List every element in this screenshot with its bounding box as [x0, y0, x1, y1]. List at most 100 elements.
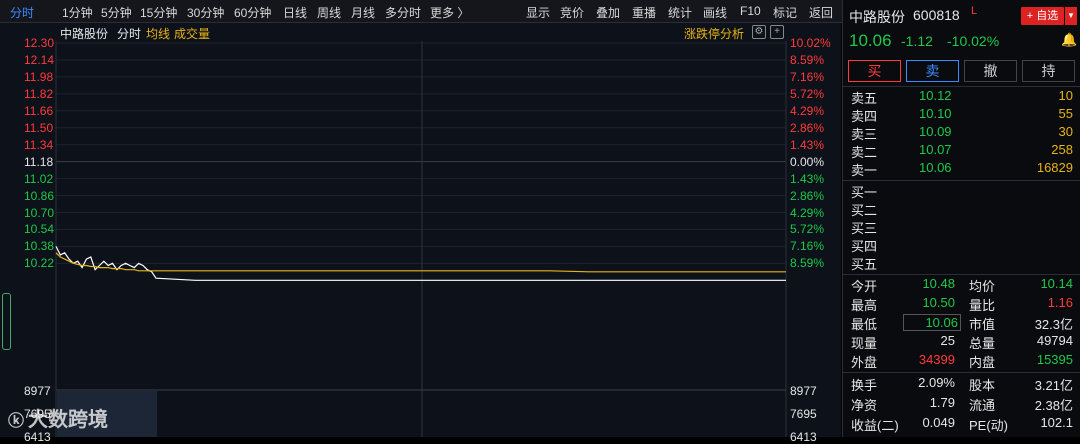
auction-button[interactable]: 竞价	[560, 4, 584, 21]
tab-15min[interactable]: 15分钟	[140, 4, 177, 21]
scroll-handle[interactable]	[2, 293, 11, 350]
tab-multi-intraday[interactable]: 多分时	[385, 4, 421, 21]
stat-value: 49794	[1036, 333, 1073, 348]
tab-weekly[interactable]: 周线	[317, 4, 341, 21]
overlay-button[interactable]: 叠加	[596, 4, 620, 21]
sell-button[interactable]: 卖	[906, 60, 959, 82]
chart-stock-name: 中路股份	[60, 27, 109, 41]
stat-label: 市值	[969, 317, 996, 332]
stat-value: 0.049	[922, 415, 955, 430]
divider	[843, 274, 1080, 275]
tab-1min[interactable]: 1分钟	[62, 4, 93, 21]
y-axis-price-label: 10.54	[24, 222, 55, 237]
volume-axis-label: 6413	[24, 430, 51, 444]
divider	[843, 372, 1080, 373]
stat-value: 34399	[918, 352, 955, 367]
tab-5min[interactable]: 5分钟	[101, 4, 132, 21]
stat-label: 流通	[969, 398, 996, 413]
stat-value: 3.21亿	[1034, 378, 1073, 393]
stat-value: 10.48	[922, 276, 955, 291]
sell-level-price[interactable]: 10.10	[919, 106, 952, 121]
mark-button[interactable]: 标记	[773, 4, 797, 21]
replay-button[interactable]: 重播	[632, 4, 656, 21]
stat-value: 1.79	[929, 395, 955, 410]
sell-level-price[interactable]: 10.07	[919, 142, 952, 157]
stat-label: 收益(二)	[851, 418, 899, 433]
limit-analysis-link[interactable]: 涨跌停分析	[684, 25, 744, 42]
sell-level-price[interactable]: 10.06	[919, 160, 952, 175]
y-axis-price-label: 12.30	[24, 36, 55, 50]
stat-value: 102.1	[1040, 415, 1073, 430]
y-axis-pct-label: 4.29%	[790, 103, 825, 118]
tab-intraday[interactable]: 分时	[10, 4, 34, 21]
display-button[interactable]: 显示	[526, 4, 550, 21]
chart-series	[55, 246, 786, 437]
stat-label: 今开	[851, 279, 878, 294]
sell-level-price[interactable]: 10.12	[919, 88, 952, 103]
tab-30min[interactable]: 30分钟	[187, 4, 224, 21]
watermark-text: 大数跨境	[28, 409, 109, 431]
stat-value: 15395	[1036, 352, 1073, 367]
stat-label: PE(动)	[969, 418, 1009, 433]
stat-value: 10.14	[1040, 276, 1073, 291]
sell-level-label: 卖五	[851, 91, 878, 106]
divider	[843, 180, 1080, 181]
stats-button[interactable]: 统计	[668, 4, 692, 21]
settings-icon[interactable]: ⚙	[752, 25, 766, 39]
stat-value: 25	[940, 333, 955, 348]
stat-label: 量比	[969, 298, 996, 313]
stat-value: 10.50	[922, 295, 955, 310]
tab-60min[interactable]: 60分钟	[234, 4, 271, 21]
volume-legend: 成交量	[174, 27, 211, 41]
buy-level-label: 买一	[851, 185, 878, 200]
buy-level-label: 买四	[851, 239, 878, 254]
stock-code: 600818	[913, 7, 960, 23]
draw-button[interactable]: 画线	[703, 4, 727, 21]
y-axis-pct-label: 5.72%	[790, 86, 825, 101]
stat-label: 内盘	[969, 355, 996, 370]
buy-level-label: 买三	[851, 221, 878, 236]
y-axis-price-label: 11.82	[24, 86, 54, 101]
y-axis-price-label: 11.02	[24, 171, 54, 186]
volume-axis-label-right: 8977	[790, 384, 817, 398]
stat-value: 32.3亿	[1034, 317, 1073, 332]
add-icon[interactable]: +	[770, 25, 784, 39]
price-change-pct: -10.02%	[947, 33, 1000, 49]
avg-price-line	[55, 252, 786, 273]
sell-level-label: 卖四	[851, 109, 878, 124]
sell-level-price[interactable]: 10.09	[919, 124, 952, 139]
stat-label: 均价	[969, 279, 996, 294]
price-change: -1.12	[901, 33, 933, 49]
bell-icon[interactable]: 🔔	[1061, 32, 1077, 48]
watermark-icon: ⓚ	[8, 413, 25, 430]
avg-line-legend: 均线	[146, 27, 171, 41]
sell-level-label: 卖一	[851, 163, 878, 178]
intraday-chart[interactable]	[0, 23, 841, 437]
tab-more[interactable]: 更多 〉	[430, 4, 469, 21]
sell-level-label: 卖二	[851, 145, 878, 160]
cancel-order-button[interactable]: 撤	[964, 60, 1017, 82]
y-axis-price-label: 11.98	[24, 69, 54, 84]
stat-label: 净资	[851, 398, 878, 413]
quote-panel: 中路股份 600818 L + 自选 ▼ 10.06 -1.12 -10.02%…	[842, 0, 1080, 437]
stat-value: 2.09%	[918, 375, 955, 390]
y-axis-pct-label: 8.59%	[790, 256, 825, 271]
tab-daily[interactable]: 日线	[283, 4, 307, 21]
f10-button[interactable]: F10	[740, 4, 761, 18]
tab-monthly[interactable]: 月线	[351, 4, 375, 21]
y-axis-pct-label: 7.16%	[790, 239, 825, 254]
stat-label: 总量	[969, 336, 996, 351]
holdings-button[interactable]: 持	[1022, 60, 1075, 82]
stat-label: 换手	[851, 378, 878, 393]
add-watchlist-button[interactable]: + 自选	[1021, 7, 1064, 25]
sell-level-volume: 258	[1051, 142, 1073, 157]
y-axis-price-label: 10.38	[24, 239, 55, 254]
chart-area[interactable]: 中路股份 分时 均线 成交量 涨跌停分析 ⚙ + 12.30 10.02% 12.1…	[0, 23, 841, 444]
y-axis-pct-label: 1.43%	[790, 171, 825, 186]
y-axis-pct-label: 2.86%	[790, 188, 825, 203]
sell-level-volume: 16829	[1036, 160, 1073, 175]
sell-level-label: 卖三	[851, 127, 878, 142]
watchlist-dropdown-icon[interactable]: ▼	[1065, 7, 1077, 25]
buy-button[interactable]: 买	[848, 60, 901, 82]
back-button[interactable]: 返回	[809, 4, 833, 21]
